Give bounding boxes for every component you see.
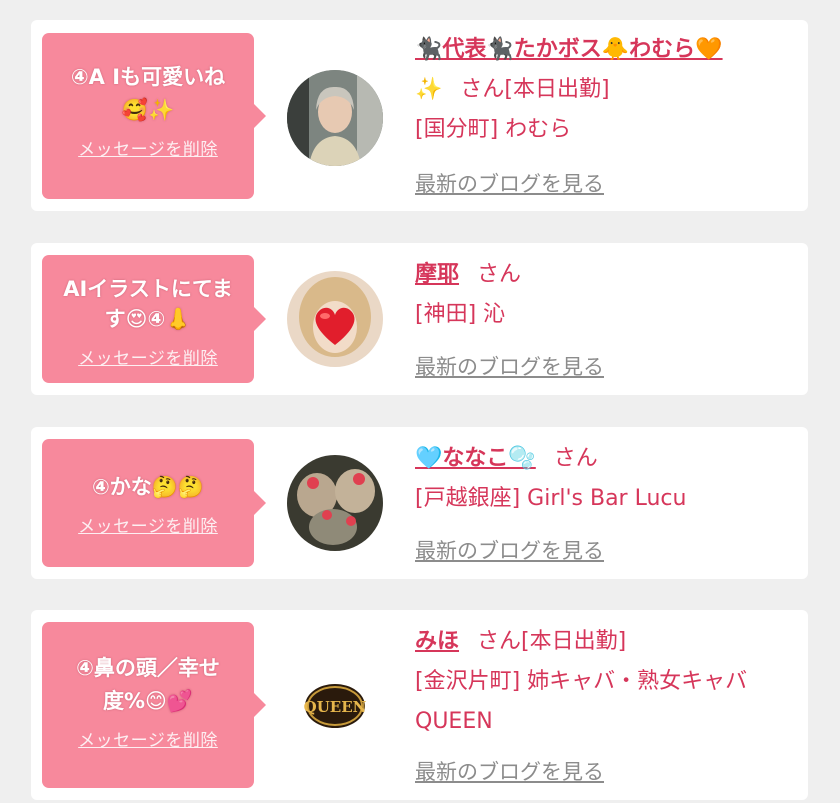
cast-info: 🐈‍⬛代表🐈‍⬛たかボス🐥わむら🧡 ✨ さん[本日出勤] [国分町] わむら: [415, 30, 798, 150]
shop-name: [金沢片町] 姉キャバ・熟女キャバ: [415, 669, 748, 694]
cast-name-cont[interactable]: ✨: [415, 77, 442, 102]
avatar[interactable]: [287, 70, 383, 166]
message-text: ④A Iも可愛いね: [70, 65, 226, 89]
delete-message-link[interactable]: メッセージを削除: [78, 135, 218, 160]
message-bubble: ④かな🤔🤔 メッセージを削除: [42, 439, 266, 567]
message-text: AIイラストにてま: [63, 277, 233, 301]
message-card: ④かな🤔🤔 メッセージを削除 🩵ななこ🫧 さん [戸越銀座] Girl's Bar…: [31, 427, 808, 579]
delete-message-link[interactable]: メッセージを削除: [78, 726, 218, 751]
delete-message-link[interactable]: メッセージを削除: [78, 512, 218, 537]
message-card: AIイラストにてま す😍④👃 メッセージを削除 摩耶 さん [神田] 沁 最新のブ…: [31, 243, 808, 395]
message-bubble: AIイラストにてま す😍④👃 メッセージを削除: [42, 255, 266, 383]
message-card: ④鼻の頭／幸せ 度%😊💕 メッセージを削除 QUEEN みほ さん[本日出勤] […: [31, 610, 808, 800]
shop-name: [戸越銀座] Girl's Bar Lucu: [415, 486, 687, 511]
shop-logo[interactable]: QUEEN: [287, 658, 383, 754]
cast-info: 摩耶 さん [神田] 沁: [415, 255, 798, 335]
message-card: ④A Iも可愛いね 🥰✨ メッセージを削除 🐈‍⬛代表🐈‍⬛たかボス🐥わむら🧡 …: [31, 20, 808, 211]
cast-status: さん: [477, 262, 522, 287]
cast-name-link[interactable]: みほ: [415, 629, 459, 654]
shop-logo-text: QUEEN: [304, 698, 367, 716]
message-text: ④かな🤔🤔: [91, 475, 205, 499]
latest-blog-link[interactable]: 最新のブログを見る: [415, 756, 604, 786]
cast-info: みほ さん[本日出勤] [金沢片町] 姉キャバ・熟女キャバ QUEEN: [415, 622, 798, 742]
shop-name: [国分町] わむら: [415, 117, 572, 142]
latest-blog-link[interactable]: 最新のブログを見る: [415, 168, 604, 198]
cast-status: さん: [553, 446, 598, 471]
cast-name-link[interactable]: 🐈‍⬛代表🐈‍⬛たかボス🐥わむら🧡: [415, 37, 723, 62]
message-bubble: ④鼻の頭／幸せ 度%😊💕 メッセージを削除: [42, 622, 266, 788]
message-text: ④鼻の頭／幸せ: [76, 656, 220, 680]
message-bubble: ④A Iも可愛いね 🥰✨ メッセージを削除: [42, 33, 266, 199]
cast-info: 🩵ななこ🫧 さん [戸越銀座] Girl's Bar Lucu: [415, 439, 798, 519]
message-text-cont: 🥰✨: [121, 98, 175, 122]
cast-name-link[interactable]: 🩵ななこ🫧: [415, 446, 536, 471]
avatar[interactable]: [287, 455, 383, 551]
cast-status: さん[本日出勤]: [477, 629, 627, 654]
shop-name: [神田] 沁: [415, 302, 506, 327]
message-text-cont: す😍④👃: [104, 307, 192, 331]
avatar[interactable]: [287, 271, 383, 367]
latest-blog-link[interactable]: 最新のブログを見る: [415, 535, 604, 565]
delete-message-link[interactable]: メッセージを削除: [78, 344, 218, 369]
cast-name-link[interactable]: 摩耶: [415, 262, 459, 287]
message-text-cont: 度%😊💕: [102, 689, 194, 713]
cast-status: さん[本日出勤]: [460, 77, 610, 102]
latest-blog-link[interactable]: 最新のブログを見る: [415, 351, 604, 381]
shop-name-cont: QUEEN: [415, 709, 493, 734]
